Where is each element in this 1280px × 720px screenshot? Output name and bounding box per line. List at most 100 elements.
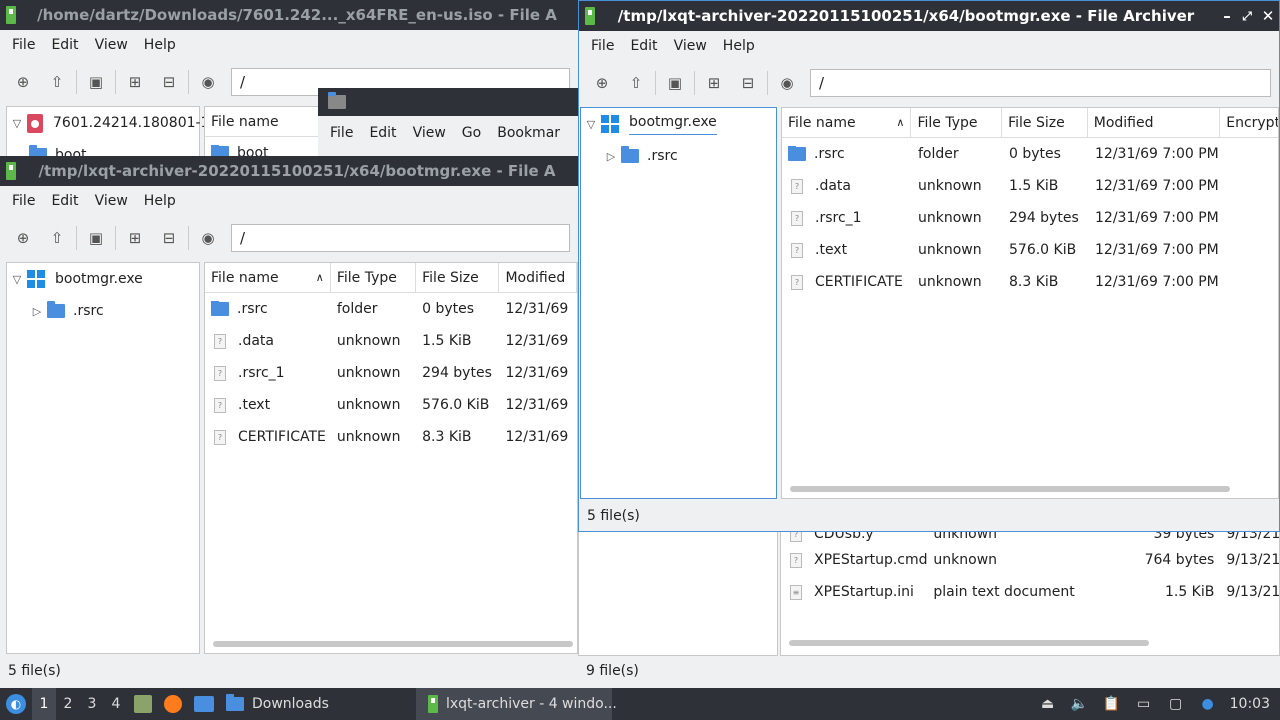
show-desktop-button[interactable] — [188, 688, 220, 720]
archive-icon[interactable]: ▣ — [79, 223, 113, 253]
title-bar[interactable] — [318, 88, 580, 116]
file-modified: 12/31/69 — [505, 397, 569, 413]
firefox-launcher[interactable] — [158, 688, 188, 720]
update-icon[interactable]: ● — [1198, 695, 1218, 713]
column-header-file-size[interactable]: File Size — [416, 263, 500, 293]
chevron-right-icon[interactable]: ▷ — [601, 150, 621, 163]
archive-icon[interactable]: ▣ — [658, 68, 692, 98]
tree-item-rsrc[interactable]: ▷ .rsrc — [581, 140, 776, 172]
new-archive-icon[interactable]: ⊕ — [6, 223, 40, 253]
column-header-file-name[interactable]: File name — [205, 107, 319, 137]
network-icon[interactable]: ▢ — [1166, 695, 1186, 713]
table-row[interactable]: ? .data unknown 1.5 KiB 12/31/69 7:00 PM — [782, 170, 1278, 202]
tree-item-root[interactable]: ▽ bootmgr.exe — [581, 108, 776, 140]
table-row[interactable]: ? CERTIFICATE unknown 8.3 KiB 12/31/69 7:… — [782, 266, 1278, 298]
tray-eject-icon[interactable]: ⏏ — [1038, 695, 1058, 713]
table-row[interactable]: .rsrc folder 0 bytes 12/31/69 7:00 PM — [782, 138, 1278, 170]
menu-help[interactable]: Help — [715, 38, 763, 54]
add-file-icon[interactable]: ⊞ — [118, 67, 152, 97]
column-header-modified[interactable]: Modified — [499, 263, 577, 293]
maximize-icon[interactable]: ⤢ — [1237, 9, 1257, 24]
clipboard-icon[interactable]: 📋 — [1102, 695, 1122, 713]
table-row[interactable]: ? .text unknown 576.0 KiB 12/31/69 — [205, 389, 577, 421]
title-bar[interactable]: /home/dartz/Downloads/7601.242..._x64FRE… — [0, 0, 578, 30]
minimize-icon[interactable]: – — [1217, 7, 1237, 25]
archive-icon[interactable]: ▣ — [79, 67, 113, 97]
table-row[interactable]: ? CERTIFICATE unknown 8.3 KiB 12/31/69 — [205, 421, 577, 453]
horizontal-scrollbar[interactable] — [789, 640, 1149, 646]
add-file-icon[interactable]: ⊞ — [697, 68, 731, 98]
table-row[interactable]: ≡ XPEStartup.ini plain text document 1.5 … — [781, 576, 1279, 608]
table-row[interactable]: ? .rsrc_1 unknown 294 bytes 12/31/69 — [205, 357, 577, 389]
location-input[interactable]: / — [810, 69, 1271, 97]
title-bar[interactable]: /tmp/lxqt-archiver-20220115100251/x64/bo… — [579, 1, 1279, 31]
column-header-file-size[interactable]: File Size — [1002, 108, 1088, 138]
add-file-icon[interactable]: ⊞ — [118, 223, 152, 253]
menu-go[interactable]: Go — [454, 125, 489, 141]
close-icon[interactable]: ✕ — [1257, 7, 1279, 25]
file-modified: 12/31/69 7:00 PM — [1095, 274, 1219, 290]
menu-file[interactable]: File — [322, 125, 361, 141]
menu-edit[interactable]: Edit — [622, 38, 665, 54]
table-row[interactable]: ?CDUsb.y unknown 39 bytes 9/13/21 8 — [781, 530, 1279, 544]
extract-icon[interactable]: ⇧ — [40, 67, 74, 97]
clock[interactable]: 10:03 — [1224, 696, 1280, 712]
table-row[interactable]: ? .text unknown 576.0 KiB 12/31/69 7:00 P… — [782, 234, 1278, 266]
desktop-1[interactable]: 1 — [32, 688, 56, 720]
stop-icon[interactable]: ◉ — [770, 68, 804, 98]
menu-bookmarks[interactable]: Bookmar — [489, 125, 568, 141]
horizontal-scrollbar[interactable] — [213, 641, 573, 647]
menu-edit[interactable]: Edit — [43, 37, 86, 53]
extract-icon[interactable]: ⇧ — [40, 223, 74, 253]
menu-edit[interactable]: Edit — [43, 193, 86, 209]
column-header-encrypted[interactable]: Encrypt — [1220, 108, 1278, 138]
removable-drive-icon[interactable]: ▭ — [1134, 695, 1154, 713]
column-header-modified[interactable]: Modified — [1088, 108, 1221, 138]
table-row[interactable]: .rsrc folder 0 bytes 12/31/69 — [205, 293, 577, 325]
menu-view[interactable]: View — [405, 125, 454, 141]
table-row[interactable]: ? .data unknown 1.5 KiB 12/31/69 — [205, 325, 577, 357]
menu-view[interactable]: View — [87, 37, 136, 53]
start-menu-button[interactable]: ◐ — [0, 688, 32, 720]
extract-icon[interactable]: ⇧ — [619, 68, 653, 98]
menu-file[interactable]: File — [4, 193, 43, 209]
volume-icon[interactable]: 🔈 — [1070, 695, 1090, 713]
menu-help[interactable]: Help — [136, 193, 184, 209]
menu-file[interactable]: File — [4, 37, 43, 53]
stop-icon[interactable]: ◉ — [191, 67, 225, 97]
table-row[interactable]: ? .rsrc_1 unknown 294 bytes 12/31/69 7:00… — [782, 202, 1278, 234]
chevron-down-icon[interactable]: ▽ — [7, 273, 27, 286]
file-manager-launcher[interactable] — [128, 688, 158, 720]
desktop-2[interactable]: 2 — [56, 688, 80, 720]
stop-icon[interactable]: ◉ — [191, 223, 225, 253]
column-header-file-type[interactable]: File Type — [911, 108, 1003, 138]
add-folder-icon[interactable]: ⊟ — [152, 67, 186, 97]
menu-file[interactable]: File — [583, 38, 622, 54]
tree-item-root[interactable]: ▽ 7601.24214.180801-1 — [7, 107, 209, 139]
menu-help[interactable]: Help — [136, 37, 184, 53]
file-icon: ? — [214, 429, 226, 445]
desktop-3[interactable]: 3 — [80, 688, 104, 720]
menu-edit[interactable]: Edit — [361, 125, 404, 141]
title-bar[interactable]: /tmp/lxqt-archiver-20220115100251/x64/bo… — [0, 156, 578, 186]
add-folder-icon[interactable]: ⊟ — [152, 223, 186, 253]
task-downloads[interactable]: Downloads — [220, 688, 416, 720]
new-archive-icon[interactable]: ⊕ — [6, 67, 40, 97]
task-lxqt-archiver[interactable]: lxqt-archiver - 4 windo... — [416, 688, 617, 720]
chevron-down-icon[interactable]: ▽ — [581, 118, 601, 131]
chevron-down-icon[interactable]: ▽ — [7, 117, 27, 130]
tree-item-rsrc[interactable]: ▷ .rsrc — [7, 295, 199, 327]
desktop-4[interactable]: 4 — [104, 688, 128, 720]
menu-view[interactable]: View — [87, 193, 136, 209]
column-header-file-name[interactable]: File name ∧ — [205, 263, 331, 293]
column-header-file-name[interactable]: File name ∧ — [782, 108, 912, 138]
new-archive-icon[interactable]: ⊕ — [585, 68, 619, 98]
table-row[interactable]: ? XPEStartup.cmd unknown 764 bytes 9/13/2… — [781, 544, 1279, 576]
column-header-file-type[interactable]: File Type — [331, 263, 417, 293]
tree-item-root[interactable]: ▽ bootmgr.exe — [7, 263, 199, 295]
add-folder-icon[interactable]: ⊟ — [731, 68, 765, 98]
chevron-right-icon[interactable]: ▷ — [27, 305, 47, 318]
location-input[interactable]: / — [231, 224, 570, 252]
menu-view[interactable]: View — [666, 38, 715, 54]
horizontal-scrollbar[interactable] — [790, 486, 1230, 492]
